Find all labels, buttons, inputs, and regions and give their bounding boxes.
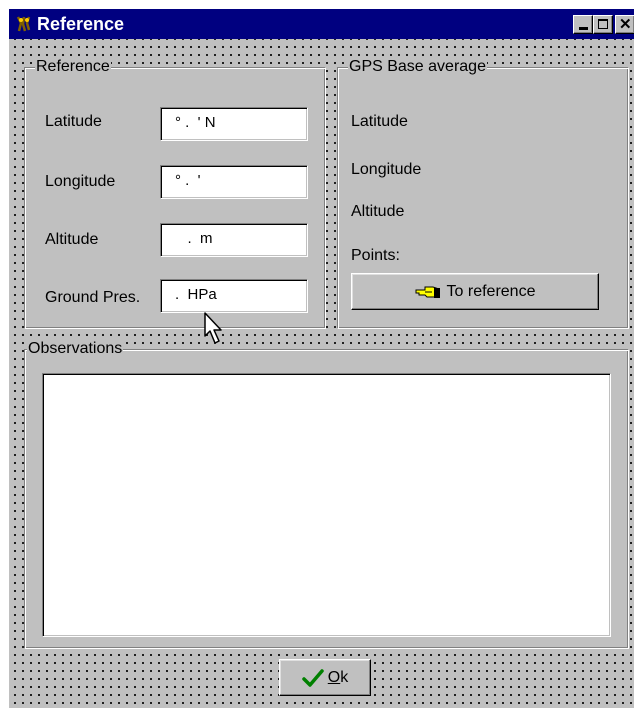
observations-memo[interactable]	[42, 373, 611, 637]
gps-points-label: Points:	[351, 247, 400, 264]
gps-latitude-label: Latitude	[351, 113, 408, 130]
gps-altitude-label: Altitude	[351, 203, 405, 220]
ground-pres-field[interactable]: . HPa	[160, 279, 308, 313]
ok-label-mnemonic: O	[327, 668, 341, 686]
to-reference-button[interactable]: To reference	[351, 273, 599, 310]
reference-group-label: Reference	[35, 58, 111, 76]
gps-longitude-label: Longitude	[351, 161, 422, 178]
latitude-field[interactable]: ° . ' N	[160, 107, 308, 141]
maximize-button[interactable]	[593, 15, 613, 34]
close-button[interactable]: ✕	[615, 15, 634, 34]
close-icon: ✕	[619, 16, 632, 33]
maximize-icon	[598, 19, 608, 29]
minimize-button[interactable]	[573, 15, 593, 34]
reference-dialog: Reference ✕ Reference Latitude ° . ' N L…	[8, 8, 634, 708]
to-reference-label: To reference	[446, 282, 536, 300]
mouse-cursor-icon	[204, 312, 222, 344]
longitude-field[interactable]: ° . '	[160, 165, 308, 199]
latitude-label: Latitude	[45, 113, 102, 130]
ground-pres-label: Ground Pres.	[45, 289, 141, 306]
reference-group: Reference Latitude ° . ' N Longitude ° .…	[24, 58, 326, 329]
window-title: Reference	[37, 14, 125, 34]
gps-base-group-label: GPS Base average	[348, 58, 487, 76]
minimize-icon	[579, 27, 588, 30]
altitude-label: Altitude	[45, 231, 99, 248]
observations-group-label: Observations	[27, 340, 124, 358]
altitude-field[interactable]: . m	[160, 223, 308, 257]
observations-group: Observations	[24, 340, 629, 649]
gps-base-group: GPS Base average Latitude Longitude Alti…	[337, 58, 629, 329]
pointing-hand-icon	[415, 286, 440, 298]
ok-label-rest: k	[340, 668, 349, 686]
ok-button[interactable]: Ok	[279, 659, 371, 696]
title-bar[interactable]: Reference ✕	[9, 9, 634, 39]
checkmark-icon	[302, 668, 324, 687]
longitude-label: Longitude	[45, 173, 116, 190]
app-icon	[16, 16, 31, 32]
